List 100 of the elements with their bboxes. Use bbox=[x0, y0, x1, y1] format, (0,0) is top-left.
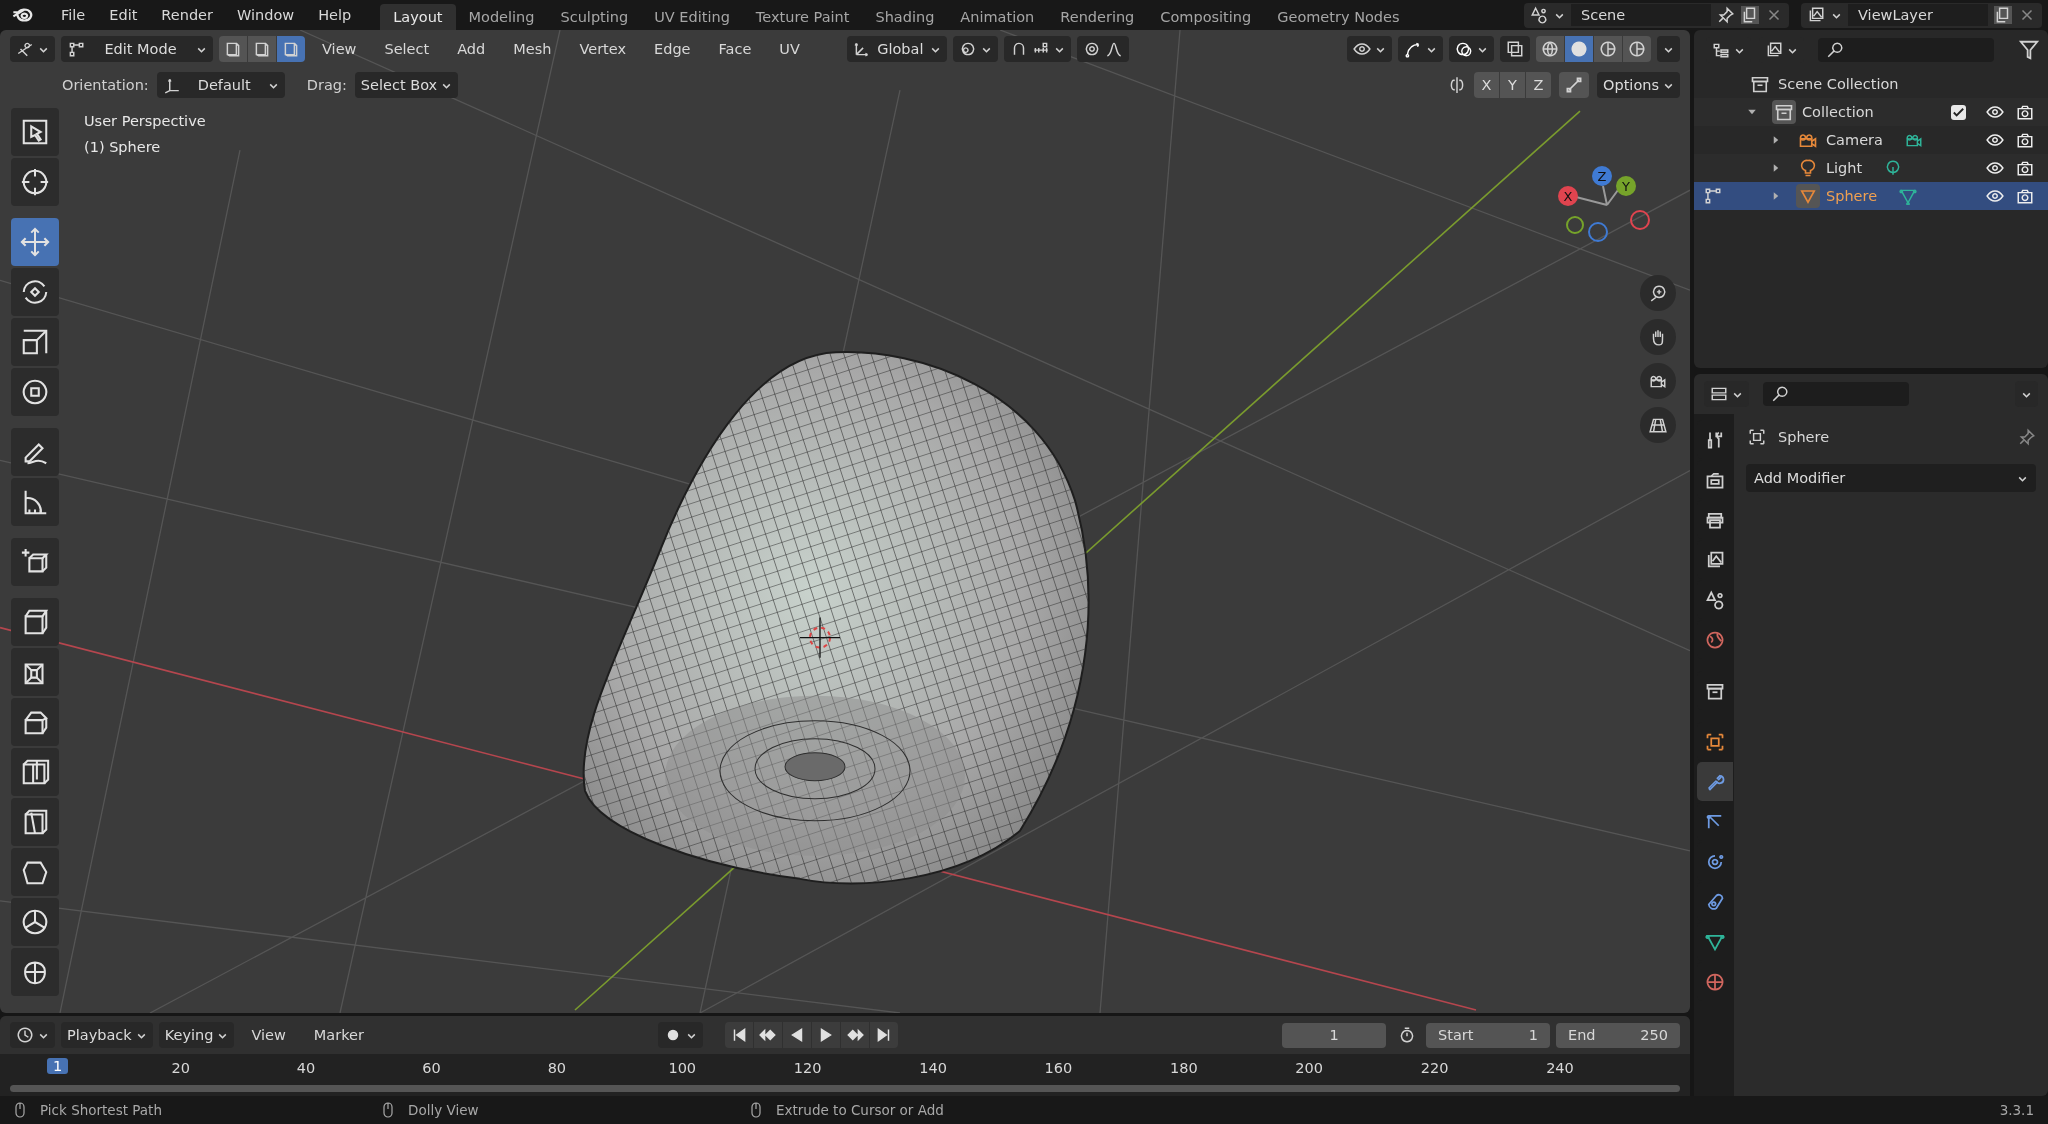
menu-item[interactable]: Marker bbox=[302, 1027, 375, 1043]
eye-icon[interactable] bbox=[1986, 187, 2004, 205]
shading-button[interactable] bbox=[1536, 36, 1564, 62]
workspace-tab[interactable]: Compositing bbox=[1147, 4, 1265, 30]
next-keyframe-button[interactable] bbox=[841, 1022, 870, 1048]
eye-icon[interactable] bbox=[1986, 159, 2004, 177]
menu-dropdown[interactable]: Playback bbox=[61, 1022, 153, 1048]
previous-keyframe-button[interactable] bbox=[754, 1022, 783, 1048]
camera-view-button[interactable] bbox=[1640, 363, 1676, 399]
negative-y-axis-icon[interactable] bbox=[1566, 216, 1584, 234]
scene-selector[interactable]: Scene bbox=[1524, 2, 1789, 28]
tool-button[interactable] bbox=[11, 798, 59, 846]
tool-button[interactable] bbox=[11, 478, 59, 526]
menu-item[interactable]: File bbox=[50, 7, 97, 23]
menu-item[interactable]: Render bbox=[150, 7, 224, 23]
xray-button[interactable] bbox=[1500, 36, 1530, 62]
record-button[interactable] bbox=[658, 1022, 704, 1048]
tool-button[interactable] bbox=[11, 318, 59, 366]
shading-options-button[interactable] bbox=[1657, 36, 1680, 62]
pin-icon[interactable] bbox=[2018, 428, 2036, 446]
tool-button[interactable] bbox=[11, 268, 59, 316]
tool-button[interactable] bbox=[11, 598, 59, 646]
play-button[interactable] bbox=[812, 1022, 841, 1048]
menu-item[interactable]: Select bbox=[373, 41, 441, 57]
tool-button[interactable] bbox=[11, 368, 59, 416]
tool-button[interactable] bbox=[11, 108, 59, 156]
eye-icon[interactable] bbox=[1986, 131, 2004, 149]
play-reverse-button[interactable] bbox=[783, 1022, 812, 1048]
tool-button[interactable] bbox=[11, 428, 59, 476]
auto-merge-button[interactable] bbox=[1559, 72, 1590, 98]
options-dropdown[interactable]: Options bbox=[1597, 72, 1680, 98]
tool-button[interactable] bbox=[11, 698, 59, 746]
proportional-edit-button[interactable] bbox=[1076, 36, 1129, 62]
add-modifier-dropdown[interactable]: Add Modifier bbox=[1746, 464, 2036, 492]
tool-button[interactable] bbox=[11, 948, 59, 996]
gizmo-button[interactable] bbox=[1398, 36, 1443, 62]
menu-item[interactable]: Face bbox=[707, 41, 763, 57]
workspace-tab[interactable]: UV Editing bbox=[641, 4, 743, 30]
menu-item[interactable]: Vertex bbox=[568, 41, 638, 57]
shading-button[interactable] bbox=[1623, 36, 1651, 62]
pivot-button[interactable] bbox=[952, 36, 998, 62]
current-frame-field[interactable]: 1 bbox=[1282, 1022, 1386, 1048]
orientation-dropdown[interactable]: Default bbox=[156, 72, 285, 98]
negative-x-axis-icon[interactable] bbox=[1630, 210, 1650, 230]
filter-icon[interactable] bbox=[2018, 39, 2040, 61]
menu-item[interactable]: Window bbox=[226, 7, 306, 23]
scrollbar[interactable] bbox=[10, 1085, 1680, 1092]
tool-button[interactable] bbox=[11, 158, 59, 206]
view-layer-selector[interactable]: ViewLayer bbox=[1801, 2, 2042, 28]
workspace-tab[interactable]: Layout bbox=[380, 4, 456, 30]
camera-icon[interactable] bbox=[2016, 131, 2034, 149]
workspace-tab[interactable]: Rendering bbox=[1047, 4, 1148, 30]
zoom-button[interactable] bbox=[1640, 275, 1676, 311]
eye-icon[interactable] bbox=[1986, 103, 2004, 121]
workspace-tab[interactable]: Shading bbox=[862, 4, 948, 30]
stopwatch-icon[interactable] bbox=[1398, 1026, 1416, 1044]
start-frame-field[interactable]: Start 1 bbox=[1426, 1022, 1550, 1048]
camera-icon[interactable] bbox=[2016, 159, 2034, 177]
menu-item[interactable]: Edit bbox=[98, 7, 149, 23]
mode-dropdown[interactable]: Edit Mode bbox=[61, 36, 213, 62]
select-mode-button[interactable] bbox=[248, 36, 276, 62]
workspace-tab[interactable]: Animation bbox=[947, 4, 1048, 30]
tool-button[interactable] bbox=[11, 898, 59, 946]
outliner-row[interactable]: Light bbox=[1694, 154, 2048, 182]
outliner-row[interactable]: Collection bbox=[1694, 98, 2048, 126]
menu-item[interactable]: UV bbox=[768, 41, 811, 57]
tool-button[interactable] bbox=[11, 648, 59, 696]
perspective-button[interactable] bbox=[1640, 407, 1676, 443]
tool-button[interactable] bbox=[11, 748, 59, 796]
orientation-dropdown[interactable]: Global bbox=[846, 36, 947, 62]
mesh-data-icon[interactable] bbox=[1899, 187, 1918, 205]
shading-button[interactable] bbox=[1594, 36, 1622, 62]
copy-icon[interactable] bbox=[1994, 6, 2012, 24]
mirror-axis-button[interactable]: X bbox=[1474, 72, 1500, 98]
edit-mode-icon[interactable] bbox=[1704, 187, 1722, 205]
tool-button[interactable] bbox=[11, 538, 59, 586]
editor-type-button[interactable] bbox=[10, 1022, 55, 1048]
select-mode-button[interactable] bbox=[277, 36, 305, 62]
negative-z-axis-icon[interactable] bbox=[1588, 222, 1608, 242]
playhead-marker[interactable]: 1 bbox=[47, 1058, 69, 1074]
workspace-tab[interactable]: Sculpting bbox=[547, 4, 642, 30]
menu-item[interactable]: Help bbox=[307, 7, 363, 23]
end-frame-field[interactable]: End 250 bbox=[1556, 1022, 1680, 1048]
mirror-axis-button[interactable]: Y bbox=[1500, 72, 1526, 98]
search-field[interactable] bbox=[1818, 38, 1994, 62]
menu-item[interactable]: Add bbox=[446, 41, 497, 57]
pan-button[interactable] bbox=[1640, 319, 1676, 355]
editor-type-button[interactable] bbox=[10, 36, 55, 62]
outliner-row[interactable]: Camera bbox=[1694, 126, 2048, 154]
select-mode-button[interactable] bbox=[219, 36, 247, 62]
visibility-button[interactable] bbox=[1347, 36, 1392, 62]
menu-item[interactable]: View bbox=[311, 41, 368, 57]
menu-item[interactable]: Edge bbox=[643, 41, 702, 57]
menu-item[interactable]: View bbox=[240, 1027, 297, 1043]
menu-item[interactable]: Mesh bbox=[502, 41, 563, 57]
menu-dropdown[interactable]: Keying bbox=[158, 1022, 235, 1048]
camera-icon[interactable] bbox=[2016, 187, 2034, 205]
shading-button[interactable] bbox=[1565, 36, 1593, 62]
jump-start-button[interactable] bbox=[725, 1022, 754, 1048]
workspace-tab[interactable]: Geometry Nodes bbox=[1264, 4, 1413, 30]
